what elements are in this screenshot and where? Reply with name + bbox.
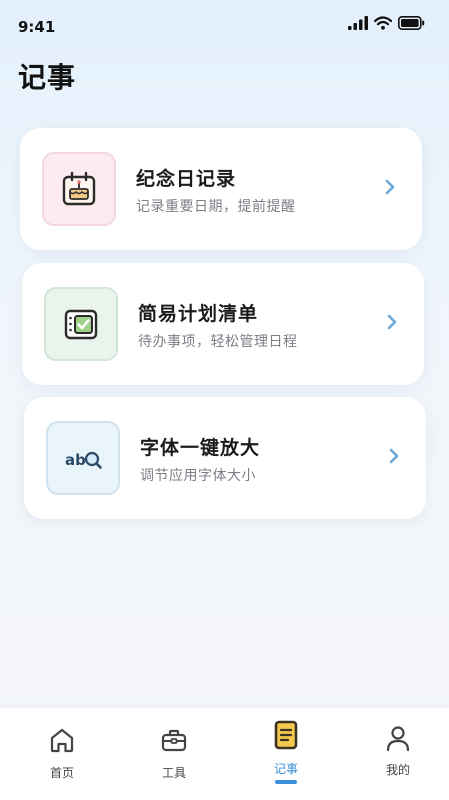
card-subtitle: 待办事项，轻松管理日程 xyxy=(138,334,298,350)
nav-label: 我的 xyxy=(385,763,410,777)
nav-item-tools[interactable]: 工具 xyxy=(118,708,230,800)
nav-item-profile[interactable]: 我的 xyxy=(342,708,449,800)
card-anniversary[interactable]: 纪念日记录 记录重要日期，提前提醒 xyxy=(20,128,422,250)
card-subtitle: 记录重要日期，提前提醒 xyxy=(136,199,296,215)
chevron-right-icon xyxy=(385,179,395,195)
card-plan-list[interactable]: 简易计划清单 待办事项，轻松管理日程 xyxy=(22,263,424,385)
nav-label: 记事 xyxy=(273,762,298,776)
card-icon-box xyxy=(42,152,116,226)
card-icon-box xyxy=(44,287,118,361)
chevron-right-icon xyxy=(387,314,397,330)
person-icon xyxy=(386,726,410,752)
calendar-cake-icon xyxy=(62,171,96,206)
text-magnify-icon: ab xyxy=(65,451,102,469)
card-title: 字体一键放大 xyxy=(140,437,261,459)
active-indicator xyxy=(275,780,297,784)
bottom-nav: 首页 工具 记事 我的 xyxy=(0,708,449,800)
nav-item-notes[interactable]: 记事 xyxy=(230,708,342,800)
status-bar: 9:41 xyxy=(0,0,449,44)
status-time: 9:41 xyxy=(18,18,56,36)
signal-icon xyxy=(348,16,368,30)
card-subtitle: 调节应用字体大小 xyxy=(140,468,256,484)
status-icons xyxy=(348,14,425,30)
nav-label: 工具 xyxy=(161,766,186,780)
notebook-icon xyxy=(274,720,298,750)
nav-label: 首页 xyxy=(49,766,74,780)
card-icon-box: ab xyxy=(46,421,120,495)
battery-icon xyxy=(398,16,425,30)
home-icon xyxy=(50,728,74,753)
page-title: 记事 xyxy=(18,61,77,94)
nav-item-home[interactable]: 首页 xyxy=(6,708,118,800)
svg-text:ab: ab xyxy=(65,451,86,469)
toolbox-icon xyxy=(161,729,187,752)
card-title: 纪念日记录 xyxy=(136,168,237,190)
wifi-icon xyxy=(374,16,392,30)
chevron-right-icon xyxy=(389,448,399,464)
card-title: 简易计划清单 xyxy=(138,303,259,325)
card-font-enlarge[interactable]: ab 字体一键放大 调节应用字体大小 xyxy=(24,397,426,519)
checklist-icon xyxy=(64,309,98,340)
